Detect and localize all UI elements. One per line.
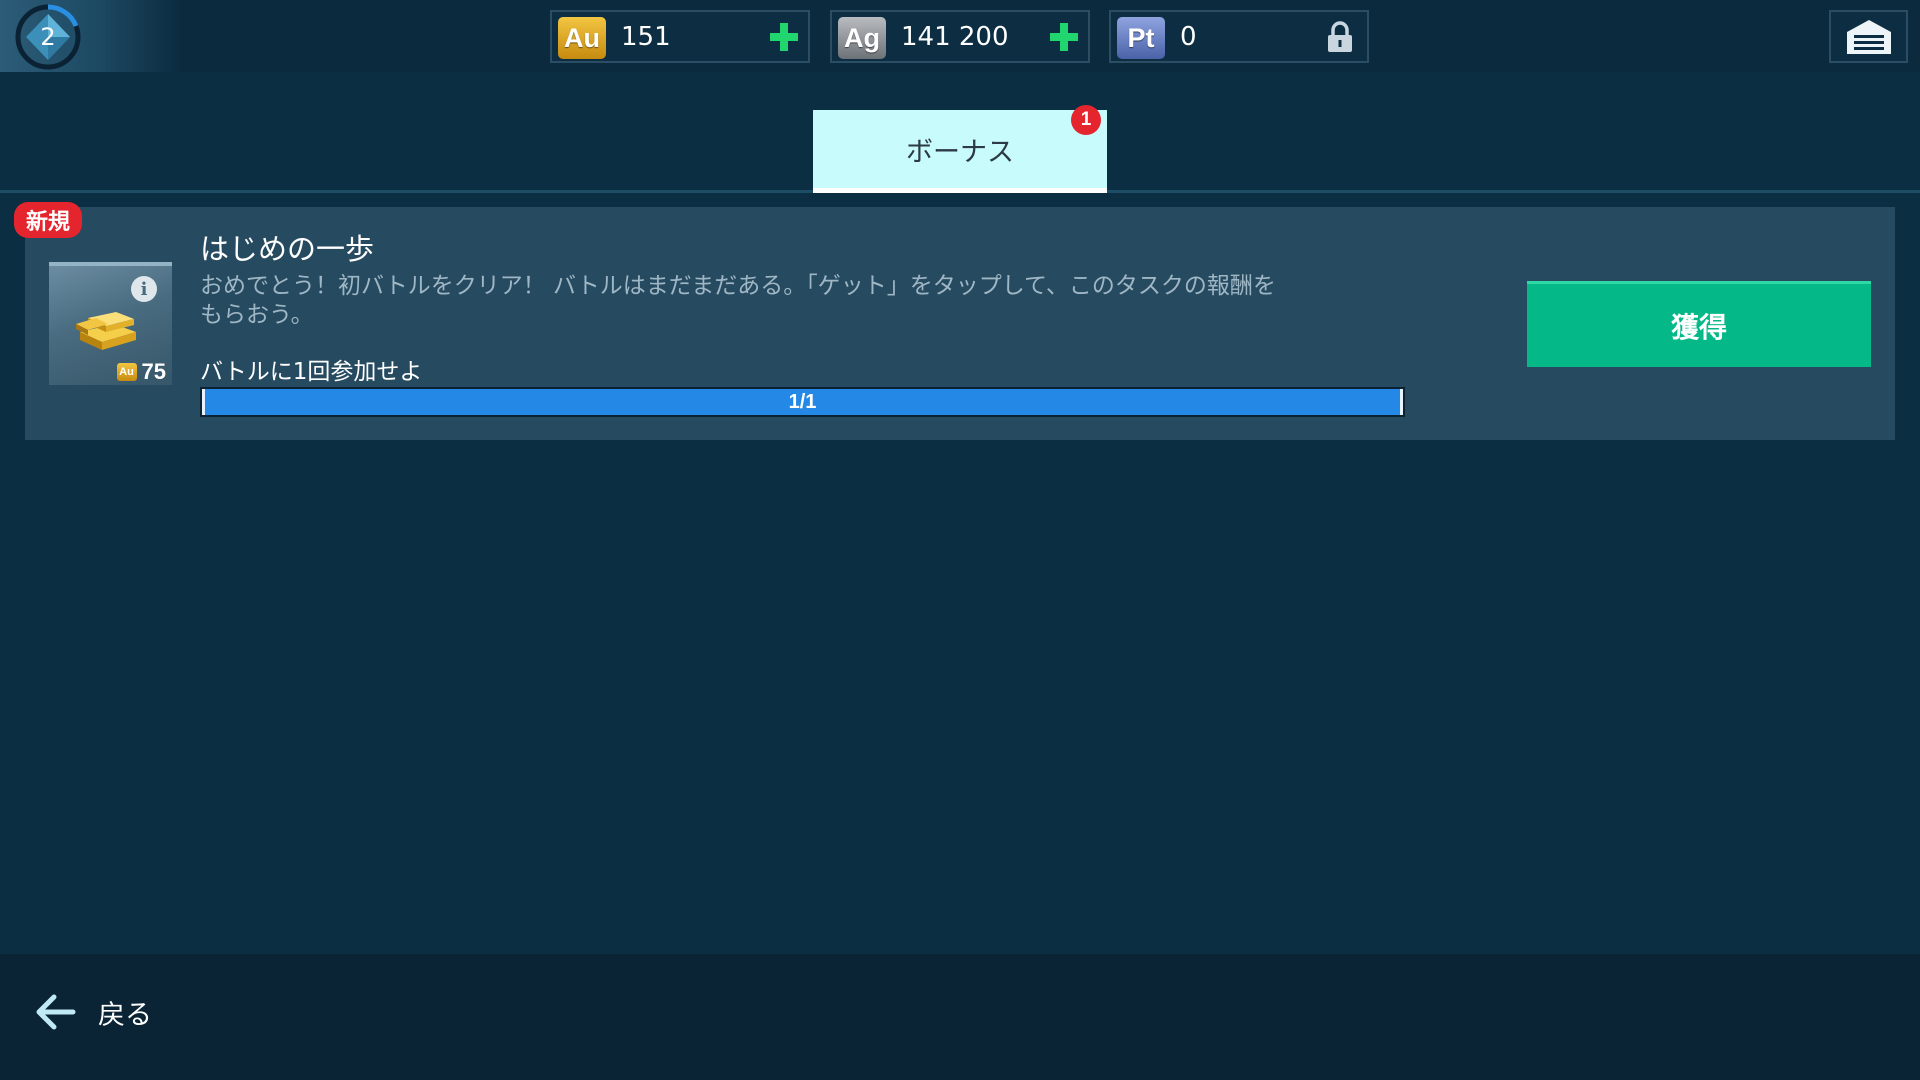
- gold-mini-icon: Au: [116, 363, 137, 381]
- task-description: おめでとう！初バトルをクリア！ バトルはまだまだある。「ゲット」をタップして、こ…: [200, 273, 1276, 328]
- task-progress-bar: 1/1: [200, 387, 1405, 417]
- reward-top-edge: [49, 262, 172, 266]
- new-badge: 新規: [14, 202, 82, 238]
- level-badge[interactable]: 2: [10, 2, 86, 72]
- bottom-bar: [0, 954, 1920, 1080]
- gold-bars-icon: [76, 312, 136, 350]
- info-icon[interactable]: i: [131, 276, 157, 302]
- gold-currency: Au 151: [550, 10, 810, 63]
- lock-icon[interactable]: [1325, 21, 1355, 53]
- back-button[interactable]: 戻る: [34, 990, 152, 1034]
- silver-currency: Ag 141 200: [830, 10, 1090, 63]
- back-label: 戻る: [98, 999, 152, 1031]
- claim-button-label: 獲得: [1670, 310, 1727, 344]
- arrow-left-icon: [36, 994, 76, 1030]
- level-number: 2: [40, 23, 56, 51]
- silver-icon: Ag: [838, 17, 886, 59]
- add-silver-button[interactable]: [1048, 21, 1080, 53]
- gold-icon: Au: [558, 17, 606, 59]
- garage-icon: [1846, 19, 1891, 54]
- silver-value: 141 200: [901, 22, 1009, 52]
- platinum-currency: Pt 0: [1109, 10, 1369, 63]
- claim-button[interactable]: 獲得: [1527, 281, 1871, 367]
- task-goal: バトルに1回参加せよ: [200, 359, 423, 385]
- add-gold-button[interactable]: [768, 21, 800, 53]
- notification-badge: 1: [1071, 105, 1101, 135]
- player-level-panel[interactable]: 2: [0, 0, 182, 72]
- platinum-value: 0: [1180, 22, 1197, 52]
- gold-value: 151: [621, 22, 671, 52]
- tab-active-indicator: [813, 188, 1107, 193]
- tab-bonus-label: ボーナス: [906, 137, 1014, 168]
- reward-amount: Au 75: [116, 359, 166, 385]
- progress-text: 1/1: [788, 390, 817, 413]
- task-title: はじめの一歩: [200, 232, 375, 266]
- platinum-icon: Pt: [1117, 17, 1165, 59]
- garage-button[interactable]: [1829, 10, 1908, 63]
- reward-item[interactable]: i Au 75: [49, 262, 172, 385]
- reward-count: 75: [141, 359, 166, 384]
- top-bar: 2 Au 151 Ag 141 200 Pt 0: [0, 0, 1920, 72]
- tab-bonus[interactable]: ボーナス: [813, 110, 1107, 189]
